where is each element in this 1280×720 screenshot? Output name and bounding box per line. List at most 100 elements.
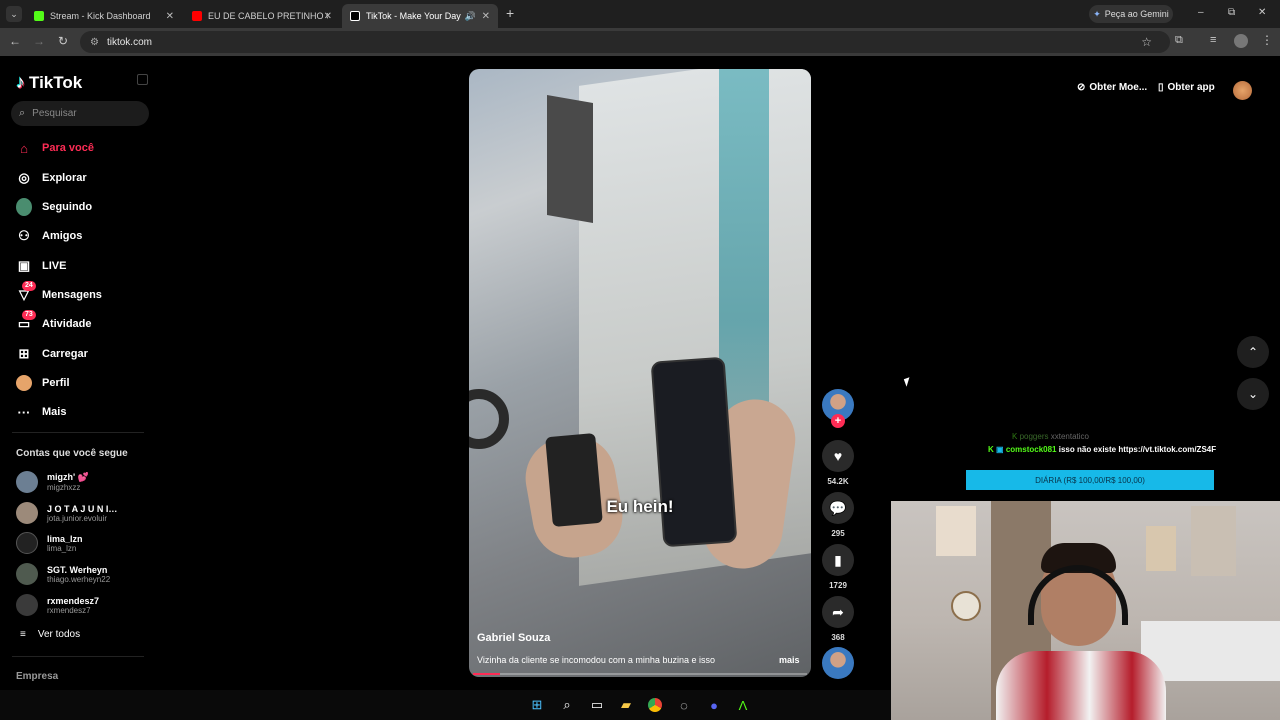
task-view-icon[interactable]: ▭ (587, 695, 607, 715)
previous-video-button[interactable]: ⌃ (1237, 336, 1269, 368)
discord-icon[interactable]: ● (704, 695, 724, 715)
heart-icon[interactable]: ♥ (822, 440, 854, 472)
nav-label: Amigos (42, 230, 83, 242)
tab-tiktok[interactable]: TikTok - Make Your Day 🔊 ✕ (342, 4, 498, 28)
app-icon[interactable]: ◌ (674, 695, 694, 715)
footer-company[interactable]: Empresa (16, 671, 58, 682)
url-text: tiktok.com (106, 36, 152, 48)
followed-account[interactable]: lima_lzn lima_lzn (16, 530, 83, 556)
gemini-label: Peça ao Gemini (1104, 9, 1169, 19)
minimize-button[interactable]: – (1198, 7, 1204, 18)
chat-message: K poggers xxtentatico (1012, 432, 1089, 441)
friends-icon: ⚇ (18, 228, 30, 243)
compass-icon: ◎ (18, 170, 30, 185)
music-disc-avatar[interactable] (822, 647, 854, 679)
collapse-sidebar-icon[interactable] (137, 74, 148, 85)
back-icon[interactable]: ← (7, 34, 23, 48)
nav-explore[interactable]: ◎ Explorar (16, 168, 87, 188)
activity-icon: ▭ 73 (16, 310, 36, 332)
site-info-icon[interactable]: ⚙ (90, 37, 99, 48)
share-icon[interactable]: ➦ (822, 596, 854, 628)
app-icon[interactable]: Λ (733, 695, 753, 715)
browser-profile-avatar[interactable] (1234, 34, 1248, 48)
tab-label: Stream - Kick Dashboard (50, 11, 151, 21)
menu-icon[interactable]: ⋮ (1261, 33, 1273, 47)
nav-live[interactable]: ▣ LIVE (16, 256, 67, 276)
video-progress-fill (473, 673, 500, 675)
forward-icon[interactable]: → (31, 34, 47, 48)
nav-for-you[interactable]: ⌂ Para você (16, 138, 94, 158)
extensions-icon[interactable]: ⧉ (1175, 34, 1183, 47)
followed-account[interactable]: SGT. Werheyn thiago.werheyn22 (16, 561, 110, 587)
url-field[interactable]: ⚙ tiktok.com ☆ (80, 31, 1170, 53)
bookmark-star-icon[interactable]: ☆ (1141, 35, 1152, 49)
account-name: rxmendesz7 (47, 595, 100, 606)
video-author[interactable]: Gabriel Souza (477, 632, 550, 644)
address-bar-row: ← → ↻ ⚙ tiktok.com ☆ ⧉ ≡ ⋮ (0, 28, 1280, 56)
get-coins-button[interactable]: ⊘ Obter Moe... (1077, 82, 1147, 93)
video-player[interactable]: Eu hein! Gabriel Souza Vizinha da client… (469, 69, 811, 677)
search-box[interactable]: ⌕ Pesquisar (11, 101, 149, 126)
file-explorer-icon[interactable]: ▰ (616, 695, 636, 715)
windows-taskbar (0, 690, 891, 720)
search-placeholder: Pesquisar (32, 108, 77, 119)
nav-friends[interactable]: ⚇ Amigos (16, 226, 82, 246)
video-frame-motorcycle (469, 389, 509, 449)
share-action[interactable]: ➦ 368 (822, 596, 854, 642)
tab-search-icon[interactable]: ⌄ (6, 6, 22, 22)
followed-account[interactable]: J O T A J U N I… jota.junior.evoluir (16, 500, 117, 526)
reload-icon[interactable]: ↻ (55, 34, 71, 48)
app-label: Obter app (1167, 82, 1215, 93)
close-icon[interactable]: ✕ (324, 11, 332, 22)
chrome-icon[interactable] (645, 695, 665, 715)
chat-badge-icon: ▣ (996, 445, 1004, 454)
nav-activity[interactable]: ▭ 73 Atividade (16, 310, 92, 334)
nav-following[interactable]: Seguindo (16, 197, 92, 217)
followed-account[interactable]: rxmendesz7 rxmendesz7 (16, 592, 99, 618)
account-handle: migzhxzz (47, 483, 81, 492)
gemini-button[interactable]: ✦ Peça ao Gemini (1089, 5, 1173, 23)
nav-label: Seguindo (42, 201, 93, 213)
nav-label: Explorar (42, 172, 87, 184)
followed-account[interactable]: migzh' 💕 migzhxzz (16, 469, 89, 495)
get-app-button[interactable]: ▯ Obter app (1158, 82, 1215, 93)
kick-icon (34, 11, 44, 21)
nav-profile[interactable]: Perfil (16, 373, 70, 393)
avatar (16, 532, 38, 554)
nav-label: Para você (42, 142, 94, 154)
nav-more[interactable]: ··· Mais (16, 402, 67, 422)
next-video-button[interactable]: ⌄ (1237, 378, 1269, 410)
see-all-link[interactable]: ≡ Ver todos (20, 629, 80, 640)
webcam-poster (936, 506, 976, 556)
bookmark-icon[interactable]: ▮ (822, 544, 854, 576)
comments-count: 295 (831, 529, 845, 538)
nav-messages[interactable]: ▽ 24 Mensagens (16, 281, 102, 305)
comment-icon[interactable]: 💬 (822, 492, 854, 524)
reading-list-icon[interactable]: ≡ (1210, 34, 1216, 46)
chat-message: K ▣ comstock081 isso não existe https://… (988, 445, 1216, 454)
tab-kick[interactable]: Stream - Kick Dashboard ✕ (26, 4, 182, 28)
mouse-cursor (903, 377, 913, 387)
tab-youtube[interactable]: EU DE CABELO PRETINHO OU L ✕ (184, 4, 340, 28)
close-window-button[interactable]: ✕ (1258, 7, 1266, 18)
nav-upload[interactable]: ⊞ Carregar (16, 344, 88, 364)
video-progress-bar[interactable] (473, 673, 807, 675)
like-action[interactable]: ♥ 54.2K (822, 440, 854, 486)
youtube-icon (192, 11, 202, 21)
save-action[interactable]: ▮ 1729 (822, 544, 854, 590)
chat-user: comstock081 (1005, 445, 1057, 454)
follow-plus-icon[interactable]: + (831, 414, 845, 428)
comment-action[interactable]: 💬 295 (822, 492, 854, 538)
tiktok-logo[interactable]: ♪ TikTok (16, 72, 82, 93)
user-avatar[interactable] (1233, 81, 1252, 100)
caption-more-link[interactable]: mais (779, 655, 800, 665)
close-icon[interactable]: ✕ (482, 11, 490, 22)
new-tab-button[interactable]: + (506, 5, 514, 21)
windows-start-icon[interactable]: ⊞ (527, 695, 547, 715)
close-icon[interactable]: ✕ (166, 11, 174, 22)
maximize-button[interactable]: ⧉ (1228, 7, 1235, 18)
nav-label: Mensagens (42, 289, 102, 301)
webcam-shirt (996, 651, 1166, 720)
search-icon[interactable]: ⌕ (557, 695, 577, 715)
speaker-icon[interactable]: 🔊 (465, 11, 476, 22)
